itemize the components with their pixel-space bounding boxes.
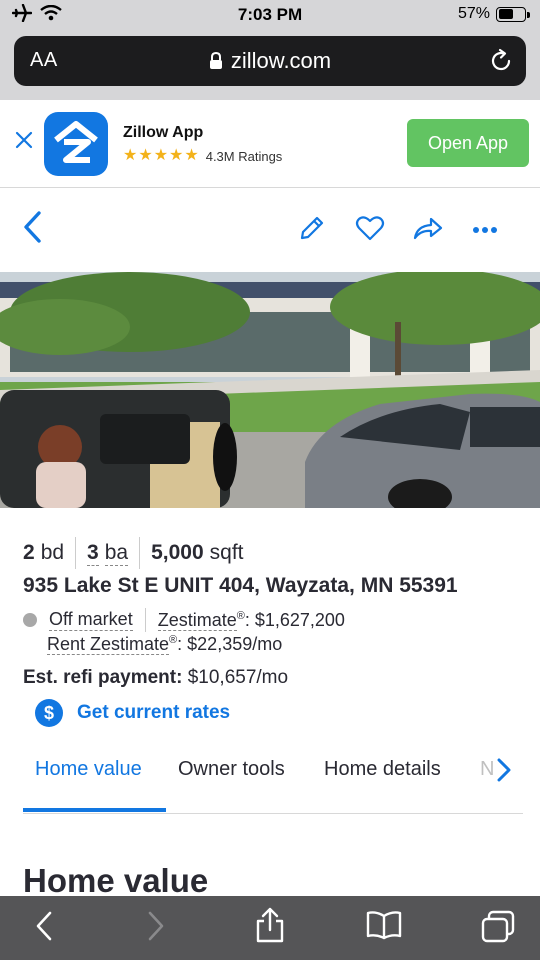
more-options-icon[interactable] — [472, 226, 498, 234]
dollar-icon: $ — [35, 699, 63, 727]
app-name: Zillow App — [123, 124, 204, 141]
back-chevron-icon[interactable] — [22, 210, 42, 244]
open-app-button[interactable]: Open App — [407, 119, 529, 167]
star-icon: ★ — [123, 147, 138, 164]
home-facts: 2 bd 3 ba 5,000 sqft — [23, 536, 255, 570]
listing-toolbar — [0, 190, 540, 268]
status-dot-icon — [23, 613, 37, 627]
tab-home-value[interactable]: Home value — [35, 758, 142, 781]
property-address: 935 Lake St E UNIT 404, Wayzata, MN 5539… — [23, 574, 458, 597]
tab-home-details[interactable]: Home details — [324, 758, 441, 781]
status-row: Off market Zestimate®: $1,627,200 — [23, 608, 345, 632]
est-refi-payment: Est. refi payment: $10,657/mo — [23, 667, 289, 688]
zestimate[interactable]: Zestimate®: $1,627,200 — [157, 609, 345, 631]
rent-zestimate[interactable]: Rent Zestimate®: $22,359/mo — [47, 634, 282, 655]
beds-fact: 2 bd — [23, 541, 65, 564]
star-icon: ★ — [184, 147, 199, 164]
share-arrow-icon[interactable] — [412, 214, 444, 242]
status-right: 57% — [457, 5, 530, 23]
get-current-rates-link[interactable]: $ Get current rates — [35, 699, 230, 727]
zillow-app-icon — [44, 112, 108, 176]
battery-percent: 57% — [457, 5, 490, 22]
battery-icon — [496, 6, 530, 22]
browser-bottom-toolbar — [0, 896, 540, 960]
edit-pencil-icon[interactable] — [298, 214, 326, 242]
tab-next-partial[interactable]: N — [480, 758, 494, 781]
tabs-icon[interactable] — [480, 910, 516, 944]
status-bar: 7:03 PM 57% — [0, 0, 540, 30]
close-icon[interactable] — [14, 130, 34, 150]
url-bar[interactable]: AA zillow.com — [14, 36, 526, 86]
app-rating: ★ ★ ★ ★ ★ 4.3M Ratings — [123, 148, 282, 164]
browser-back-icon[interactable] — [34, 910, 54, 942]
chevron-right-icon[interactable] — [496, 757, 512, 783]
reload-icon[interactable] — [488, 48, 514, 74]
property-photo[interactable] — [0, 272, 540, 508]
active-tab-indicator — [23, 808, 166, 812]
lock-icon — [209, 52, 222, 69]
favorite-heart-icon[interactable] — [355, 214, 385, 242]
url-field[interactable]: zillow.com — [14, 48, 526, 74]
app-install-banner: Zillow App ★ ★ ★ ★ ★ 4.3M Ratings Open A… — [0, 100, 540, 188]
share-icon[interactable] — [254, 906, 286, 944]
ratings-count: 4.3M Ratings — [205, 148, 283, 164]
star-icon: ★ — [153, 147, 169, 164]
bookmarks-icon[interactable] — [366, 910, 402, 940]
status-label[interactable]: Off market — [49, 609, 133, 631]
url-text: zillow.com — [230, 48, 332, 73]
sqft-fact: 5,000 sqft — [151, 541, 244, 564]
section-title: Home value — [23, 862, 209, 899]
battery-level — [498, 9, 513, 19]
browser-forward-icon[interactable] — [146, 910, 166, 942]
section-tabs: Home value Owner tools Home details N — [23, 748, 523, 814]
browser-top-chrome: 7:03 PM 57% AA zillow.com — [0, 0, 540, 100]
star-icon: ★ — [138, 147, 153, 164]
baths-fact[interactable]: 3 ba — [87, 541, 139, 566]
tab-owner-tools[interactable]: Owner tools — [178, 758, 285, 781]
star-icon: ★ — [169, 147, 184, 164]
